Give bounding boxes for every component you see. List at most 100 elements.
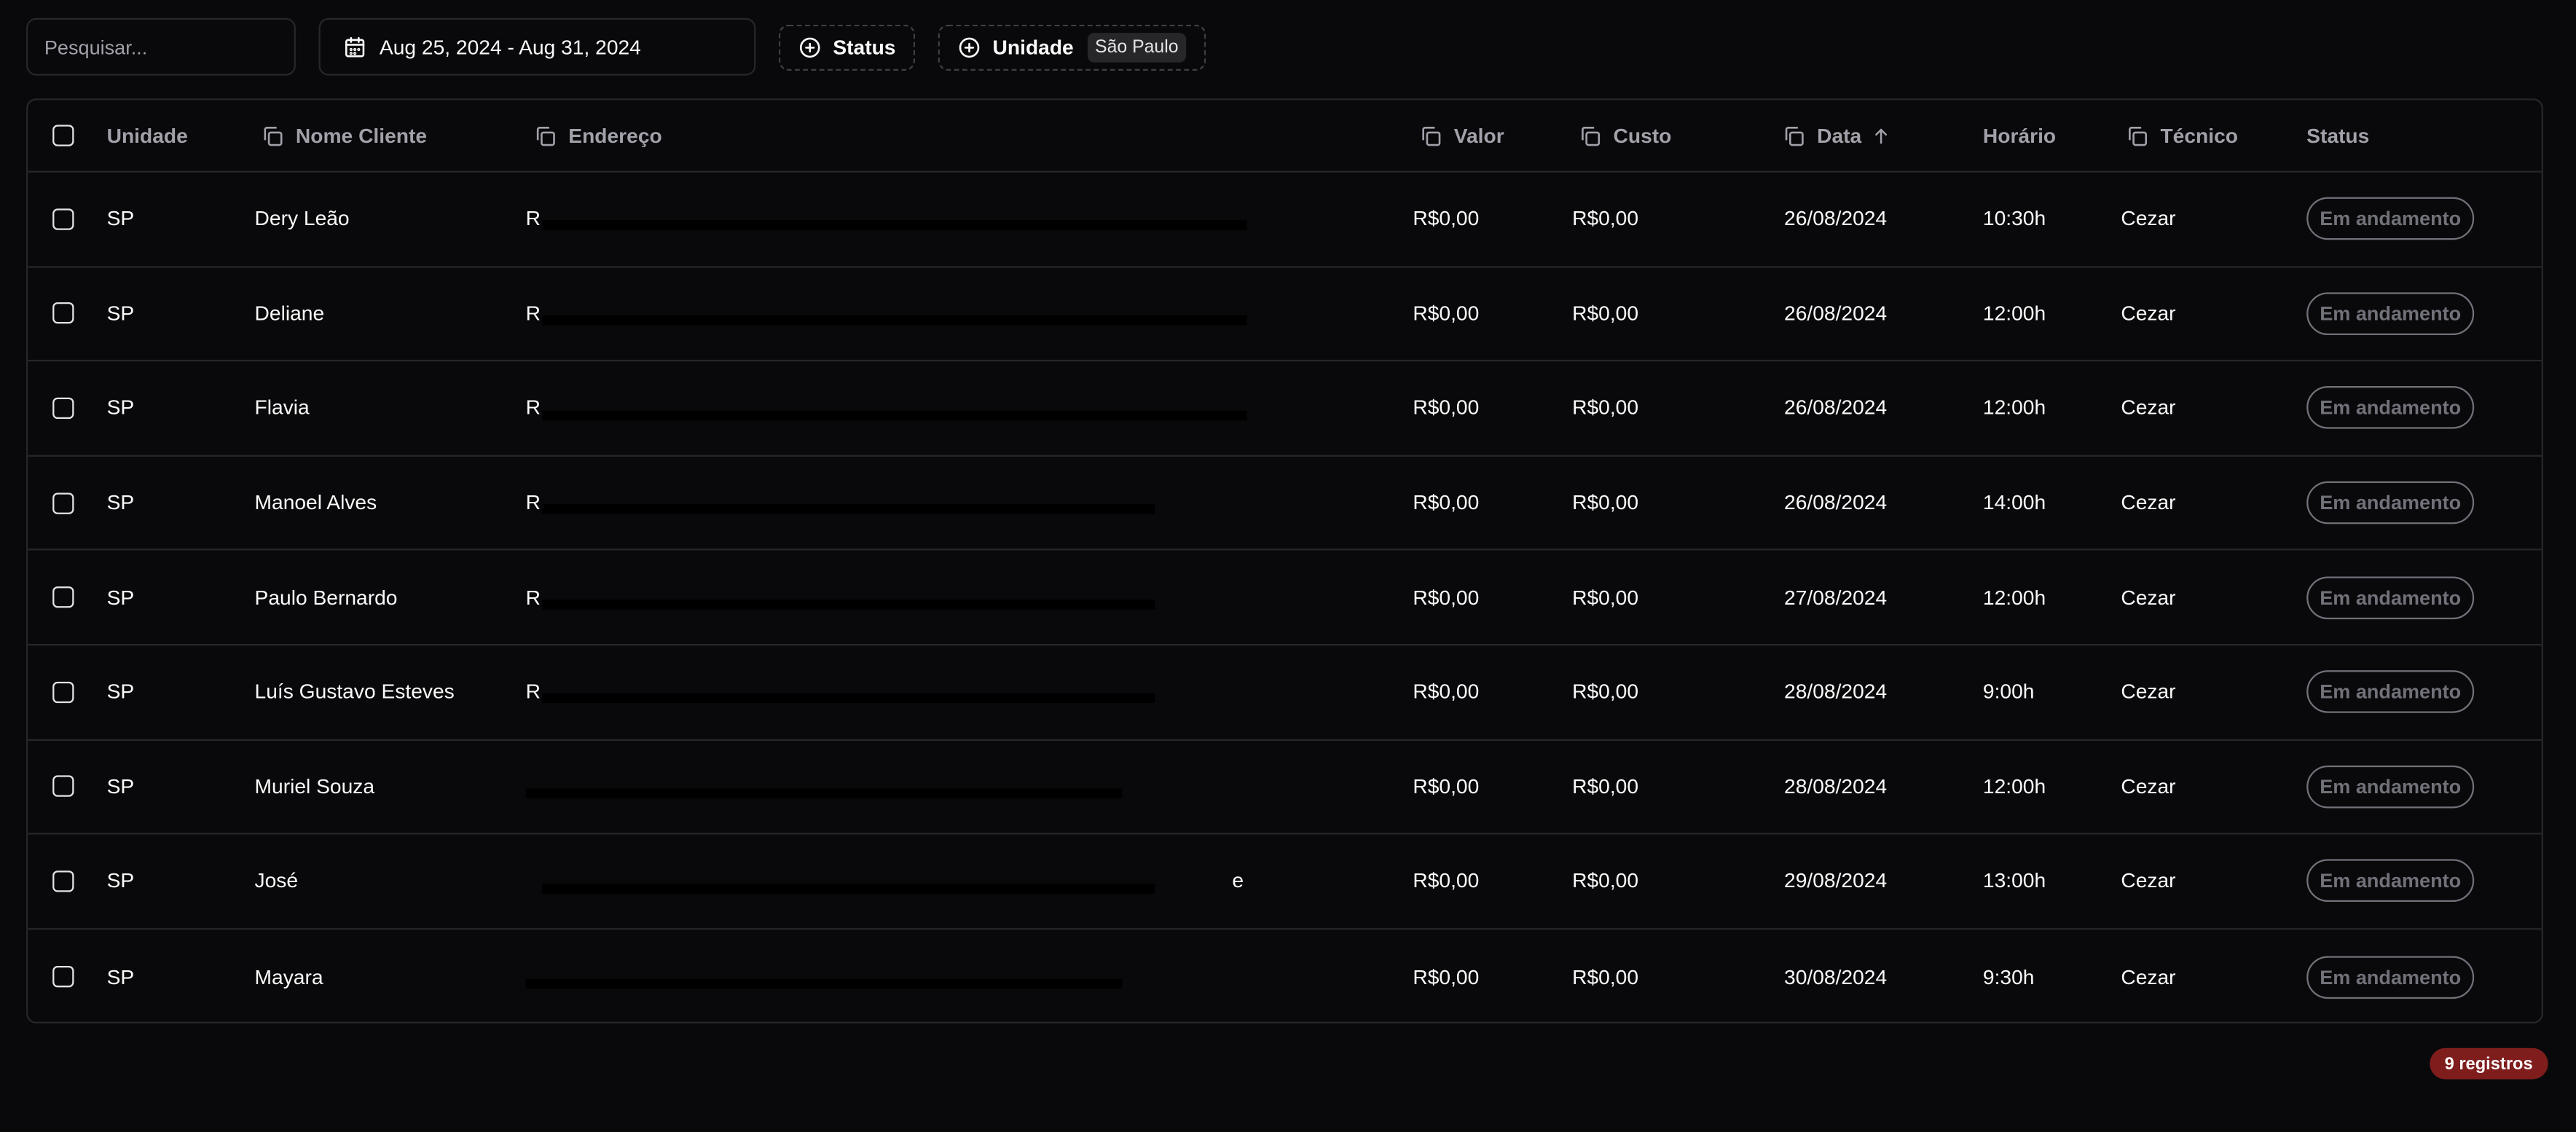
status-badge[interactable]: Em andamento xyxy=(2306,387,2475,430)
cell-data: 26/08/2024 xyxy=(1784,396,1888,420)
cell-data: 27/08/2024 xyxy=(1784,586,1888,609)
row-checkbox[interactable] xyxy=(52,966,74,988)
row-checkbox[interactable] xyxy=(52,302,74,325)
header-custo-label: Custo xyxy=(1613,124,1672,147)
cell-custo: R$0,00 xyxy=(1572,869,1639,893)
row-checkbox[interactable] xyxy=(52,397,74,420)
cell-hora: 9:00h xyxy=(1982,680,2035,704)
status-filter-button[interactable]: Status xyxy=(778,23,916,70)
cell-address: R xyxy=(526,551,1484,644)
cell-custo: R$0,00 xyxy=(1572,396,1639,420)
cell-data: 29/08/2024 xyxy=(1784,869,1888,893)
status-badge[interactable]: Em andamento xyxy=(2306,860,2475,903)
unit-filter-button[interactable]: Unidade São Paulo xyxy=(938,23,1206,70)
cell-status: Em andamento xyxy=(2306,456,2475,549)
row-checkbox[interactable] xyxy=(52,870,74,892)
table-row[interactable]: SP Paulo Bernardo R R$0,00 R$0,00 27/08/2024 1… xyxy=(28,551,2542,646)
status-badge[interactable]: Em andamento xyxy=(2306,292,2475,335)
cell-client-name: Flavia xyxy=(254,396,310,420)
search-input[interactable] xyxy=(26,17,296,76)
table-row[interactable]: SP Dery Leão R R$0,00 R$0,00 26/08/2024 10:30h… xyxy=(28,173,2542,267)
table-row[interactable]: SP Luís Gustavo Esteves R R$0,00 R$0,00 28/08… xyxy=(28,645,2542,741)
header-data[interactable]: Data xyxy=(1783,101,1891,171)
copy-icon xyxy=(2129,125,2148,146)
address-redaction xyxy=(542,599,1155,610)
row-checkbox[interactable] xyxy=(52,776,74,798)
status-badge[interactable]: Em andamento xyxy=(2306,481,2475,524)
header-tecnico-label: Técnico xyxy=(2160,124,2239,147)
row-checkbox[interactable] xyxy=(52,681,74,703)
cell-valor: R$0,00 xyxy=(1413,491,1480,515)
row-select-cell xyxy=(52,362,74,455)
toolbar: Aug 25, 2024 - Aug 31, 2024 Status Unida… xyxy=(26,17,1206,76)
address-text: R xyxy=(525,586,541,609)
cell-status: Em andamento xyxy=(2306,551,2475,644)
header-status[interactable]: Status xyxy=(2306,101,2369,171)
status-badge[interactable]: Em andamento xyxy=(2306,575,2475,619)
status-badge[interactable]: Em andamento xyxy=(2306,955,2475,999)
row-select-cell xyxy=(52,929,74,1022)
cell-client-name: Deliane xyxy=(254,302,325,326)
calendar-icon xyxy=(345,36,365,57)
cell-data: 26/08/2024 xyxy=(1784,302,1888,326)
cell-tecnico: Cezar xyxy=(2121,207,2176,231)
header-hora[interactable]: Horário xyxy=(1983,101,2056,171)
cell-address: R xyxy=(526,456,1484,549)
cell-tecnico: Cezar xyxy=(2121,586,2176,609)
header-custo[interactable]: Custo xyxy=(1579,101,1671,171)
table-body: SP Dery Leão R R$0,00 R$0,00 26/08/2024 10:30h… xyxy=(28,173,2542,1022)
row-checkbox[interactable] xyxy=(52,586,74,608)
cell-unit: SP xyxy=(106,869,135,893)
cell-data: 30/08/2024 xyxy=(1784,964,1888,988)
header-valor-label: Valor xyxy=(1453,124,1504,147)
header-name[interactable]: Nome Cliente xyxy=(262,101,427,171)
address-redaction xyxy=(542,693,1155,704)
record-count-badge: 9 registros xyxy=(2430,1048,2548,1080)
address-text: R xyxy=(525,491,541,515)
cell-hora: 12:00h xyxy=(1982,396,2046,420)
cell-status: Em andamento xyxy=(2306,645,2475,739)
table-row[interactable]: SP Mayara R$0,00 R$0,00 30/08/2024 9:30h Cezar… xyxy=(28,929,2541,1022)
table-row[interactable]: SP Manoel Alves R R$0,00 R$0,00 26/08/2024 14:… xyxy=(28,456,2542,551)
cell-custo: R$0,00 xyxy=(1572,680,1639,704)
cell-hora: 13:00h xyxy=(1982,869,2046,893)
address-text: R xyxy=(525,207,541,231)
header-address[interactable]: Endereço xyxy=(534,101,662,171)
table-row[interactable]: SP José e R$0,00 R$0,00 29/08/2024 13:00h Cezar… xyxy=(28,835,2542,929)
select-all-checkbox[interactable] xyxy=(52,125,74,146)
copy-icon xyxy=(1785,125,1804,146)
table-row[interactable]: SP Muriel Souza R$0,00 R$0,00 28/08/2024 12:0… xyxy=(28,740,2542,835)
cell-hora: 10:30h xyxy=(1982,207,2046,231)
header-tecnico[interactable]: Técnico xyxy=(2126,101,2238,171)
address-text: R xyxy=(525,302,541,326)
cell-address xyxy=(525,740,1467,833)
cell-client-name: Dery Leão xyxy=(254,207,350,231)
address-text: R xyxy=(525,396,541,420)
header-unit[interactable]: Unidade xyxy=(107,101,188,171)
header-address-label: Endereço xyxy=(568,124,662,147)
cell-data: 26/08/2024 xyxy=(1784,207,1888,231)
date-range-picker[interactable]: Aug 25, 2024 - Aug 31, 2024 xyxy=(318,17,756,76)
row-checkbox[interactable] xyxy=(52,208,74,230)
copy-icon xyxy=(1422,125,1441,146)
status-filter-label: Status xyxy=(833,35,896,59)
copy-icon xyxy=(536,125,555,146)
row-select-cell xyxy=(52,740,74,833)
cell-valor: R$0,00 xyxy=(1413,964,1480,988)
header-valor[interactable]: Valor xyxy=(1419,101,1504,171)
cell-valor: R$0,00 xyxy=(1413,302,1480,326)
cell-client-name: Luís Gustavo Esteves xyxy=(254,680,455,704)
cell-valor: R$0,00 xyxy=(1413,869,1480,893)
cell-data: 26/08/2024 xyxy=(1784,491,1888,515)
table-row[interactable]: SP Flavia R R$0,00 R$0,00 26/08/2024 12:00h Cez… xyxy=(28,362,2542,457)
table-row[interactable]: SP Deliane R R$0,00 R$0,00 26/08/2024 12:00h Ce… xyxy=(28,267,2542,362)
date-range-label: Aug 25, 2024 - Aug 31, 2024 xyxy=(379,35,641,59)
unit-filter-chip: São Paulo xyxy=(1086,31,1187,62)
cell-hora: 9:30h xyxy=(1982,964,2035,988)
row-checkbox[interactable] xyxy=(52,492,74,514)
status-badge[interactable]: Em andamento xyxy=(2306,670,2475,714)
cell-tecnico: Cezar xyxy=(2121,775,2176,798)
status-badge[interactable]: Em andamento xyxy=(2306,765,2475,809)
row-select-cell xyxy=(52,645,74,739)
status-badge[interactable]: Em andamento xyxy=(2306,197,2475,240)
